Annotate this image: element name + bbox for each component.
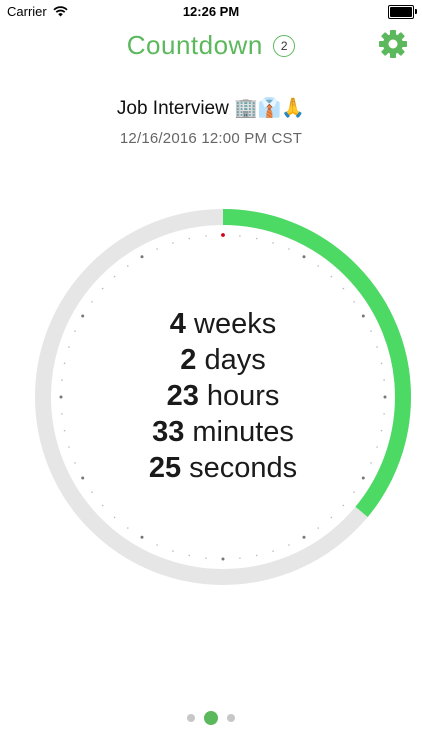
hours-value: 23	[166, 380, 199, 412]
battery-fill	[390, 7, 412, 17]
ring-tick	[188, 237, 191, 240]
ring-tick	[140, 535, 144, 539]
ring-tick	[91, 300, 93, 303]
ring-tick	[113, 516, 116, 519]
ring-tick	[126, 527, 129, 529]
ring-tick	[205, 235, 207, 237]
ring-tick	[172, 242, 174, 244]
event-title: Job Interview 🏢👔🙏	[116, 98, 306, 119]
event-count-badge[interactable]: 2	[273, 34, 296, 57]
minutes-unit: minutes	[192, 416, 294, 448]
ring-tick	[205, 557, 207, 559]
ring-tick	[255, 554, 258, 557]
event-datetime: 12/16/2016 12:00 PM CST	[119, 130, 303, 147]
countdown-seconds: 25 seconds	[26, 450, 420, 486]
app-title: Countdown	[126, 30, 263, 60]
ring-tick	[91, 491, 93, 494]
ring-tick	[302, 535, 306, 539]
countdown-weeks: 4 weeks	[26, 306, 420, 342]
ring-tick	[140, 255, 144, 259]
ring-tick	[330, 275, 333, 278]
page-dot[interactable]	[187, 714, 195, 722]
ring-tick	[188, 554, 191, 557]
countdown-days: 2 days	[26, 342, 420, 378]
status-bar: Carrier 12:26 PM	[0, 0, 422, 22]
battery-icon	[388, 5, 417, 19]
ring-tick	[342, 504, 345, 507]
weeks-unit: weeks	[194, 308, 277, 340]
page-dot[interactable]	[227, 714, 235, 722]
settings-button[interactable]	[378, 29, 408, 59]
days-unit: days	[204, 344, 266, 376]
ring-tick	[342, 287, 345, 290]
ring-tick	[239, 557, 241, 559]
ring-marker	[221, 233, 225, 237]
ring-tick	[255, 237, 258, 240]
countdown-minutes: 33 minutes	[26, 414, 420, 450]
countdown-readout: 4 weeks 2 days 23 hours 33 minutes 25 se…	[26, 306, 420, 486]
weeks-value: 4	[169, 308, 186, 340]
ring-tick	[353, 300, 355, 303]
seconds-value: 25	[148, 452, 182, 484]
ring-tick	[317, 265, 320, 267]
ring-tick	[101, 287, 104, 290]
gear-icon	[379, 30, 407, 58]
ring-tick	[156, 544, 158, 546]
ring-tick	[353, 491, 355, 494]
countdown-hours: 23 hours	[26, 378, 420, 414]
ring-tick	[221, 557, 225, 561]
ring-tick	[272, 242, 274, 244]
ring-tick	[317, 527, 320, 529]
hours-unit: hours	[206, 380, 280, 412]
app-title-wrap: Countdown 2	[0, 30, 422, 61]
page-indicator	[0, 711, 422, 725]
header: Countdown 2	[0, 22, 422, 70]
ring-tick	[172, 550, 174, 552]
ring-tick	[302, 255, 306, 259]
ring-tick	[156, 248, 158, 250]
page-dot[interactable]	[204, 711, 218, 725]
status-time: 12:26 PM	[182, 4, 240, 19]
ring-tick	[239, 235, 241, 237]
ring-tick	[288, 248, 290, 250]
minutes-value: 33	[152, 416, 185, 448]
ring-tick	[101, 504, 104, 507]
ring-tick	[113, 275, 116, 278]
days-value: 2	[180, 344, 197, 376]
ring-tick	[272, 550, 274, 552]
ring-tick	[126, 265, 129, 267]
ring-tick	[330, 516, 333, 519]
seconds-unit: seconds	[189, 452, 298, 484]
ring-tick	[288, 544, 290, 546]
countdown-ring[interactable]: 4 weeks 2 days 23 hours 33 minutes 25 se…	[26, 200, 420, 594]
